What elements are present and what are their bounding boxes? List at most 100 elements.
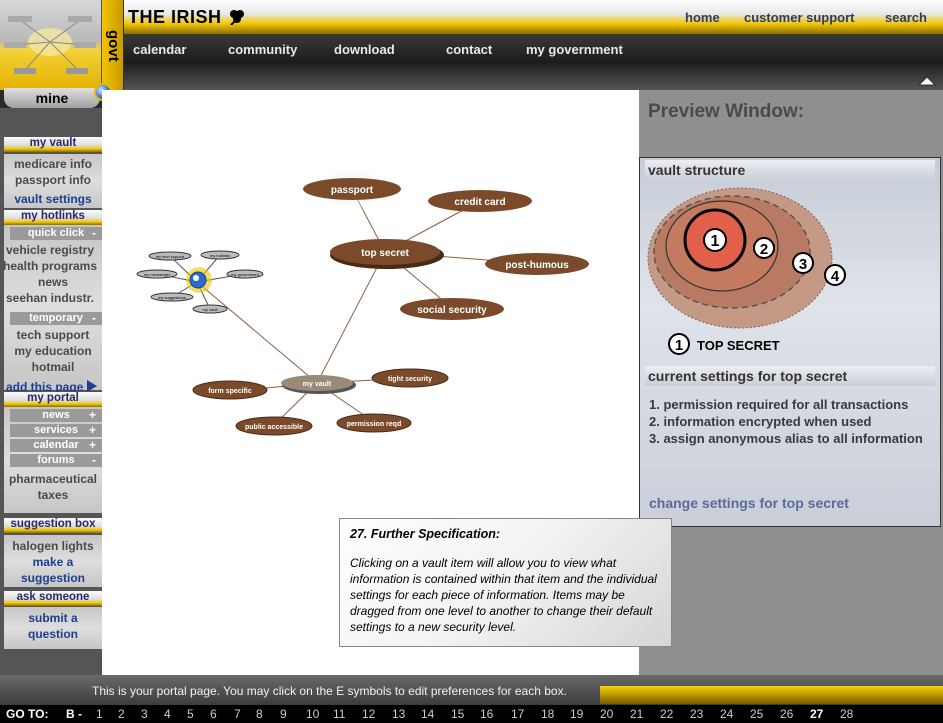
- home-link[interactable]: home: [685, 10, 720, 25]
- goto-page-15[interactable]: 15: [451, 705, 464, 723]
- mini-node-vault[interactable]: my vault: [192, 304, 228, 314]
- goto-page-13[interactable]: 13: [392, 705, 405, 723]
- make-suggestion-link[interactable]: make a suggestion: [4, 554, 102, 586]
- node-label: public accessible: [245, 424, 303, 431]
- portal-services[interactable]: services +: [10, 424, 102, 437]
- goto-page-14[interactable]: 14: [421, 705, 434, 723]
- goto-page-9[interactable]: 9: [280, 705, 287, 723]
- goto-page-19[interactable]: 19: [570, 705, 583, 723]
- govt-tab[interactable]: govt: [102, 0, 124, 90]
- portal-calendar[interactable]: calendar +: [10, 439, 102, 452]
- expand-plus-icon[interactable]: +: [89, 409, 96, 422]
- goto-page-28[interactable]: 28: [840, 705, 853, 723]
- expand-plus-icon[interactable]: +: [89, 424, 96, 437]
- hotlink-news[interactable]: news: [4, 274, 102, 290]
- mini-node-hotlinks[interactable]: my hotlinks: [200, 250, 240, 260]
- node-label: form specific: [208, 388, 252, 395]
- map-node-form-specific[interactable]: form specific: [192, 380, 268, 400]
- goto-page-17[interactable]: 17: [511, 705, 524, 723]
- mini-node-suggestions[interactable]: my suggestions: [150, 292, 194, 302]
- suggestion-halogen-lights[interactable]: halogen lights: [4, 538, 102, 554]
- goto-page-7[interactable]: 7: [234, 705, 241, 723]
- collapse-minus-icon[interactable]: -: [92, 227, 96, 240]
- collapse-minus-icon[interactable]: -: [92, 454, 96, 467]
- goto-page-20[interactable]: 20: [600, 705, 613, 723]
- portal-news-label: news: [42, 409, 70, 421]
- my-hotlinks-header[interactable]: my hotlinks: [4, 210, 102, 225]
- nav-my-government[interactable]: my government: [526, 42, 623, 57]
- goto-page-8[interactable]: 8: [256, 705, 263, 723]
- goto-page-18[interactable]: 18: [541, 705, 554, 723]
- mini-node-messenger[interactable]: my messenger: [136, 269, 178, 279]
- portal-services-label: services: [33, 424, 79, 436]
- temporary-section[interactable]: temporary -: [10, 312, 102, 325]
- goto-page-3[interactable]: 3: [141, 705, 148, 723]
- portal-logo[interactable]: [0, 0, 102, 90]
- hotlink-seehan[interactable]: seehan industr.: [0, 290, 102, 306]
- hotlink-vehicle-registry[interactable]: vehicle registry: [0, 242, 102, 258]
- mini-node-government[interactable]: my government: [226, 269, 264, 279]
- hotlink-my-education[interactable]: my education: [4, 343, 102, 359]
- govt-tab-label: govt: [105, 30, 122, 62]
- nav-community[interactable]: community: [228, 42, 297, 57]
- search-link[interactable]: search: [885, 10, 927, 25]
- mini-hub-icon[interactable]: [186, 267, 212, 293]
- nav-download[interactable]: download: [334, 42, 395, 57]
- setting-item: 1. permission required for all transacti…: [649, 397, 909, 412]
- submit-question-link[interactable]: submit a question: [4, 607, 102, 642]
- level-number: 4: [831, 268, 840, 285]
- hotlink-hotmail[interactable]: hotmail: [4, 359, 102, 375]
- suggestion-box-header[interactable]: suggestion box: [4, 518, 102, 533]
- map-node-passport[interactable]: passport: [303, 178, 401, 200]
- map-node-tight-security[interactable]: tight security: [371, 368, 449, 388]
- goto-page-23[interactable]: 23: [690, 705, 703, 723]
- portal-forums[interactable]: forums -: [10, 454, 102, 467]
- security-levels-diagram: 1 2 3 4: [647, 187, 846, 329]
- goto-page-1[interactable]: 1: [96, 705, 103, 723]
- hotlink-health-programs[interactable]: health programs: [0, 258, 102, 274]
- map-node-my-vault[interactable]: my vault: [281, 375, 356, 394]
- brand-title[interactable]: THE IRISH: [128, 7, 247, 28]
- collapse-minus-icon[interactable]: -: [92, 312, 96, 325]
- portal-news[interactable]: news +: [10, 409, 102, 422]
- ask-someone-header[interactable]: ask someone: [4, 591, 102, 606]
- goto-page-21[interactable]: 21: [630, 705, 643, 723]
- goto-page-22[interactable]: 22: [660, 705, 673, 723]
- vault-item-medicare[interactable]: medicare info: [4, 156, 102, 172]
- goto-page-4[interactable]: 4: [164, 705, 171, 723]
- map-node-credit-card[interactable]: credit card: [428, 190, 532, 212]
- mini-node-tech-support[interactable]: my tech support: [148, 251, 192, 261]
- nav-contact[interactable]: contact: [446, 42, 492, 57]
- shamrock-icon: [230, 10, 245, 26]
- goto-page-11[interactable]: 11: [333, 705, 345, 723]
- quick-click-section[interactable]: quick click -: [10, 227, 102, 240]
- collapse-up-icon[interactable]: [918, 76, 936, 86]
- goto-page-16[interactable]: 16: [480, 705, 493, 723]
- my-portal-header[interactable]: my portal: [4, 392, 102, 407]
- vault-settings-link[interactable]: vault settings: [4, 191, 102, 207]
- map-node-post-humous[interactable]: post-humous: [485, 253, 589, 275]
- change-settings-link[interactable]: change settings for top secret: [649, 495, 849, 511]
- goto-page-2[interactable]: 2: [118, 705, 125, 723]
- hotlink-tech-support[interactable]: tech support: [4, 327, 102, 343]
- goto-page-24[interactable]: 24: [720, 705, 733, 723]
- goto-page-26[interactable]: 26: [780, 705, 793, 723]
- goto-page-12[interactable]: 12: [362, 705, 375, 723]
- vault-item-passport[interactable]: passport info: [4, 172, 102, 188]
- goto-page-27[interactable]: 27: [810, 705, 823, 723]
- map-node-permission-reqd[interactable]: permission reqd: [336, 413, 412, 433]
- my-vault-header[interactable]: my vault: [4, 137, 102, 152]
- map-node-top-secret[interactable]: top secret: [330, 239, 444, 269]
- map-node-public-accessible[interactable]: public accessible: [235, 416, 313, 436]
- goto-page-6[interactable]: 6: [210, 705, 217, 723]
- map-node-social-security[interactable]: social security: [400, 298, 504, 320]
- expand-plus-icon[interactable]: +: [89, 439, 96, 452]
- goto-page-25[interactable]: 25: [750, 705, 763, 723]
- mine-tab[interactable]: mine: [4, 88, 100, 108]
- forum-pharmaceutical-taxes[interactable]: pharmaceutical taxes: [4, 471, 102, 503]
- goto-page-10[interactable]: 10: [306, 705, 319, 723]
- nav-calendar[interactable]: calendar: [133, 42, 186, 57]
- node-label: tight security: [388, 376, 432, 383]
- customer-support-link[interactable]: customer support: [744, 10, 855, 25]
- goto-page-5[interactable]: 5: [187, 705, 194, 723]
